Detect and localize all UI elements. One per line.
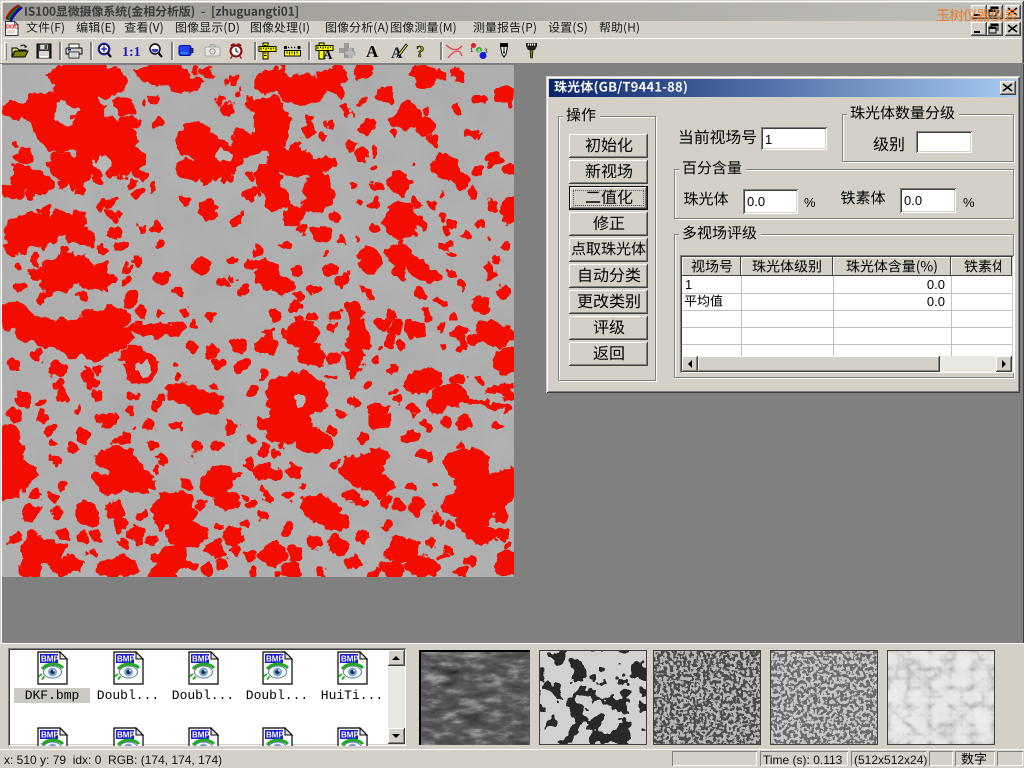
svg-text:BMP: BMP — [192, 655, 210, 664]
svg-text:BMP: BMP — [341, 655, 359, 664]
svg-text:BMP: BMP — [41, 655, 59, 664]
svg-text:BMP: BMP — [192, 731, 210, 740]
svg-text:BMP: BMP — [266, 655, 284, 664]
svg-text:1: 1 — [470, 48, 474, 54]
svg-text:BMP: BMP — [117, 731, 135, 740]
svg-text:A: A — [323, 47, 333, 62]
svg-text:A: A — [366, 42, 379, 61]
svg-text:BMP: BMP — [266, 731, 284, 740]
svg-text:BMP: BMP — [341, 731, 359, 740]
svg-text:3: 3 — [484, 48, 488, 55]
svg-text:?: ? — [416, 42, 425, 61]
svg-text:BMP: BMP — [41, 731, 59, 740]
svg-text:BMP: BMP — [117, 655, 135, 664]
svg-text:1:1: 1:1 — [122, 45, 141, 60]
